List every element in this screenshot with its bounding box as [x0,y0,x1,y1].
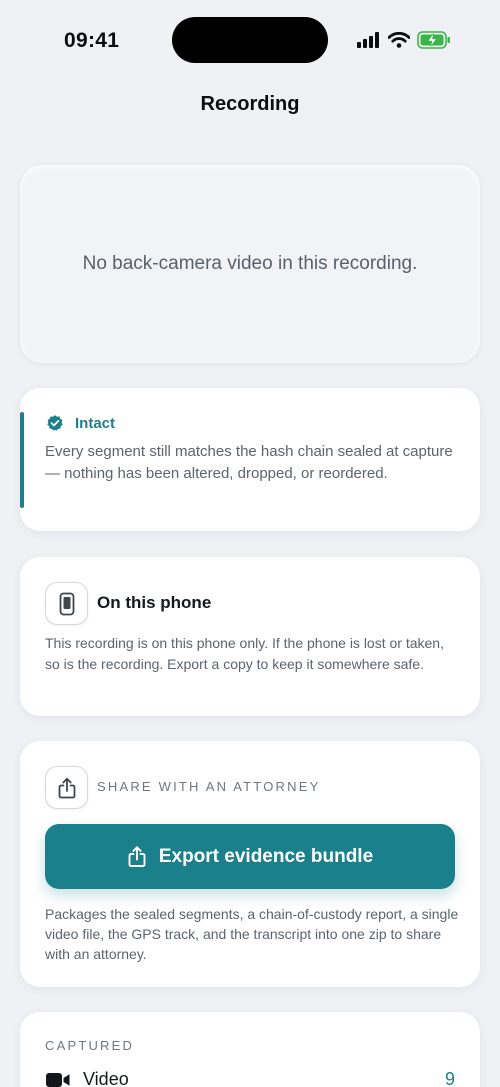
share-icon [128,846,146,867]
status-time: 09:41 [64,29,120,52]
recording-screen: 09:41 Recording No back-camera video in … [0,0,500,1087]
share-icon-box [45,766,88,809]
captured-card: CAPTURED Video 9 [20,1012,480,1087]
verified-check-icon [47,415,63,431]
captured-count: 9 [444,1069,455,1087]
storage-title: On this phone [97,593,212,612]
captured-label: Video [83,1069,129,1087]
share-description: Packages the sealed segments, a chain-of… [45,906,459,962]
status-bar: 09:41 [0,0,500,80]
phone-icon-box [45,582,88,625]
integrity-description: Every segment still matches the hash cha… [45,443,453,482]
integrity-header: Intact [46,414,115,432]
export-evidence-button[interactable]: Export evidence bundle [45,824,455,889]
video-camera-icon [46,1072,70,1087]
storage-card: On this phone This recording is on this … [20,557,480,716]
signal-icon [357,32,379,48]
video-preview: No back-camera video in this recording. [20,165,480,363]
dynamic-island [172,17,328,63]
integrity-accent-bar [20,412,24,508]
storage-description: This recording is on this phone only. If… [45,635,444,672]
captured-heading: CAPTURED [45,1038,135,1053]
status-icons [357,31,451,49]
captured-row-video[interactable]: Video 9 [45,1069,455,1087]
share-heading: SHARE WITH AN ATTORNEY [97,779,321,794]
share-card: SHARE WITH AN ATTORNEY Export evidence b… [20,741,480,987]
integrity-status: Intact [75,414,116,432]
page-title: Recording [200,93,300,115]
integrity-card: Intact Every segment still matches the h… [20,388,480,531]
video-empty-message: No back-camera video in this recording. [82,253,418,274]
battery-charging-icon [417,31,450,49]
export-button-label: Export evidence bundle [158,845,374,867]
wifi-icon [388,32,410,48]
phone-icon [59,592,74,615]
share-icon [58,777,75,798]
